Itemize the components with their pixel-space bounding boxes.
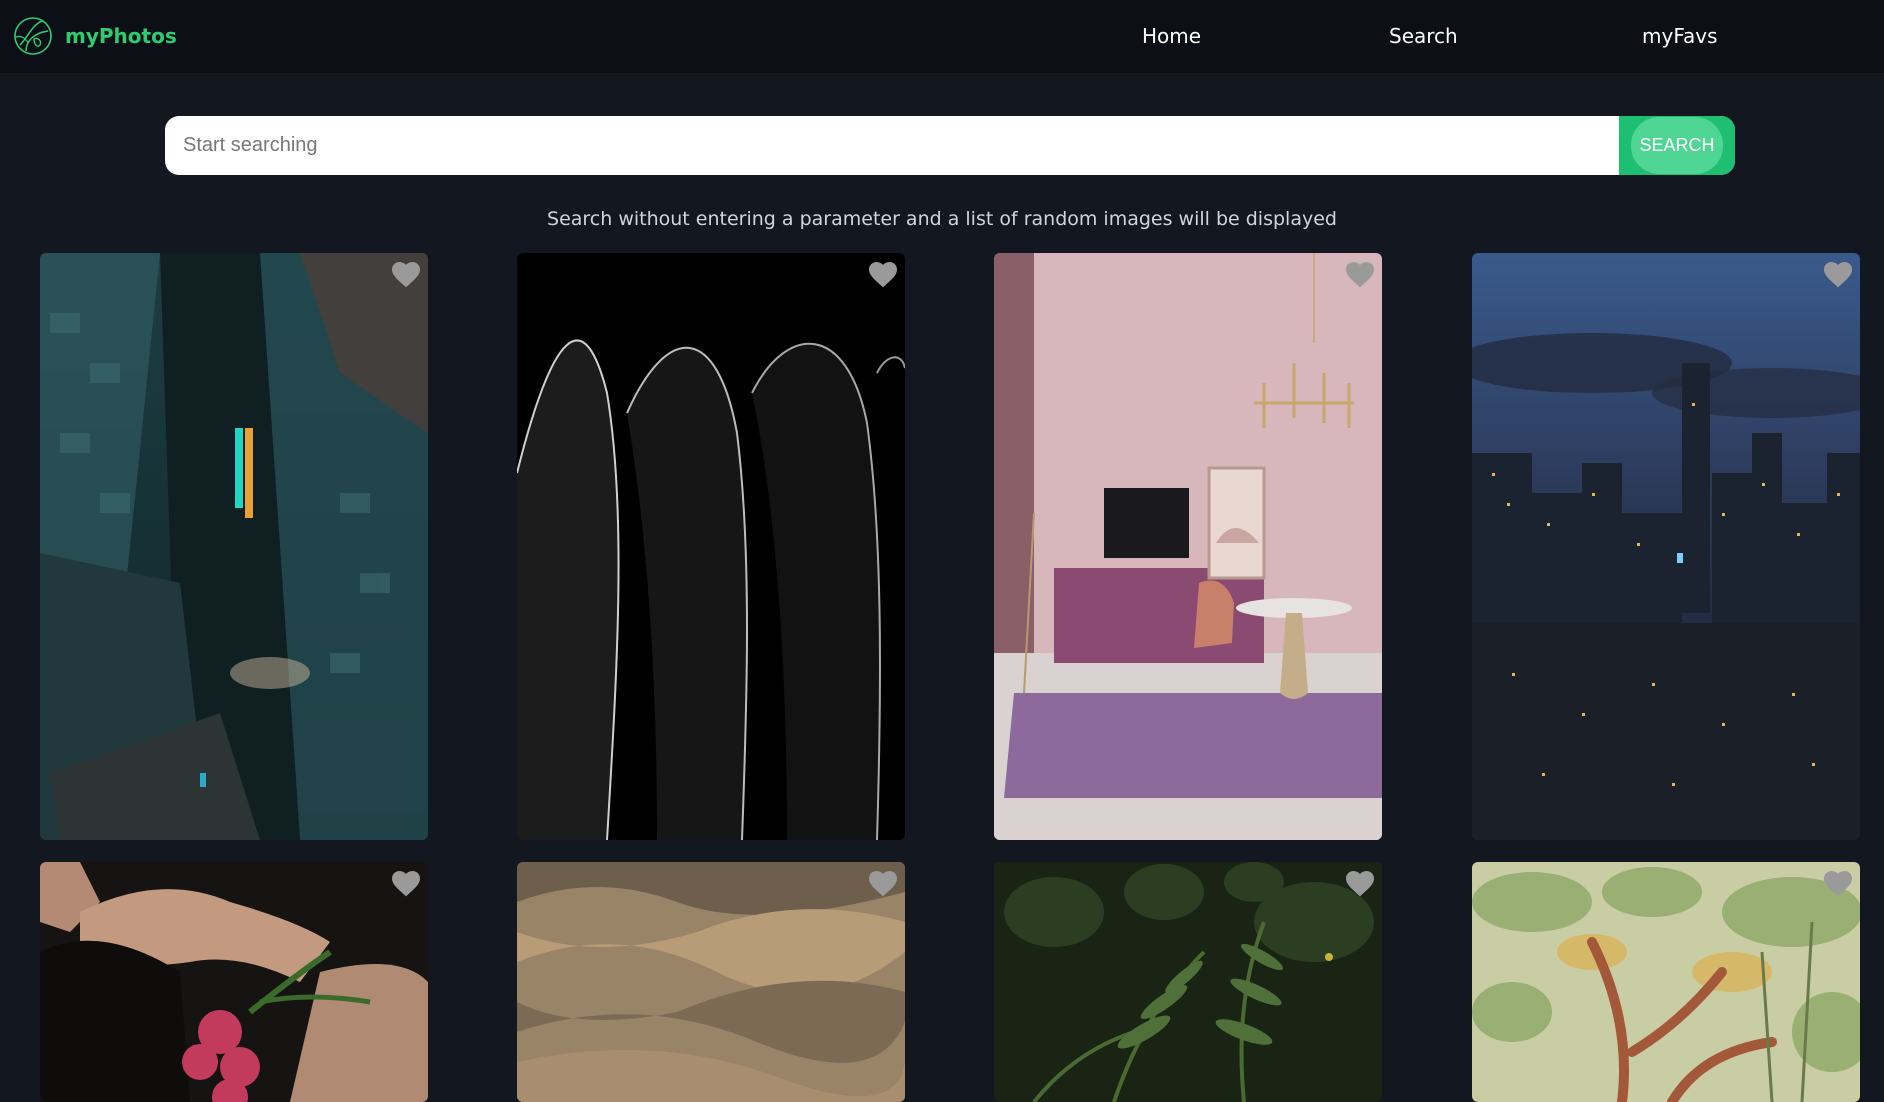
heart-icon (1346, 871, 1374, 897)
favorite-button[interactable] (1822, 259, 1854, 289)
favorite-button[interactable] (390, 259, 422, 289)
heart-icon (869, 262, 897, 288)
heart-icon (869, 871, 897, 897)
favorite-button[interactable] (1822, 868, 1854, 898)
heart-icon (1824, 262, 1852, 288)
search-hint: Search without entering a parameter and … (547, 208, 1337, 230)
favorite-button[interactable] (867, 259, 899, 289)
camera-aperture-logo-icon (14, 17, 52, 55)
photo-card[interactable] (40, 862, 428, 1102)
search-bar: SEARCH (165, 116, 1735, 175)
brand[interactable]: myPhotos (12, 14, 177, 58)
photo-card[interactable] (994, 862, 1382, 1102)
favorite-button[interactable] (1344, 868, 1376, 898)
search-button-label: SEARCH (1631, 117, 1723, 174)
photo-card[interactable] (517, 253, 905, 840)
photo-card[interactable] (1472, 862, 1860, 1102)
heart-icon (392, 262, 420, 288)
photo-jungle-painting (1472, 862, 1860, 1102)
favorite-button[interactable] (1344, 259, 1376, 289)
photo-fern-leaves (994, 862, 1382, 1102)
photo-person-flowers (40, 862, 428, 1102)
photo-city-skyline (1472, 253, 1860, 840)
app-name[interactable]: myPhotos (65, 24, 177, 48)
photo-pink-interior (994, 253, 1382, 840)
nav-home-link[interactable]: Home (1142, 24, 1201, 48)
favorite-button[interactable] (867, 868, 899, 898)
photo-abstract-curves (517, 253, 905, 840)
search-button[interactable]: SEARCH (1619, 116, 1735, 175)
heart-icon (392, 871, 420, 897)
photo-sand-dunes (517, 862, 905, 1102)
nav-myfavs-link[interactable]: myFavs (1642, 24, 1718, 48)
photo-card[interactable] (40, 253, 428, 840)
photo-card[interactable] (1472, 253, 1860, 840)
favorite-button[interactable] (390, 868, 422, 898)
photo-card[interactable] (994, 253, 1382, 840)
navbar: myPhotos Home Search myFavs (0, 0, 1884, 73)
nav-search-link[interactable]: Search (1389, 24, 1458, 48)
photo-city-street (40, 253, 428, 840)
heart-icon (1346, 262, 1374, 288)
heart-icon (1824, 871, 1852, 897)
photo-card[interactable] (517, 862, 905, 1102)
search-input[interactable] (165, 116, 1619, 175)
